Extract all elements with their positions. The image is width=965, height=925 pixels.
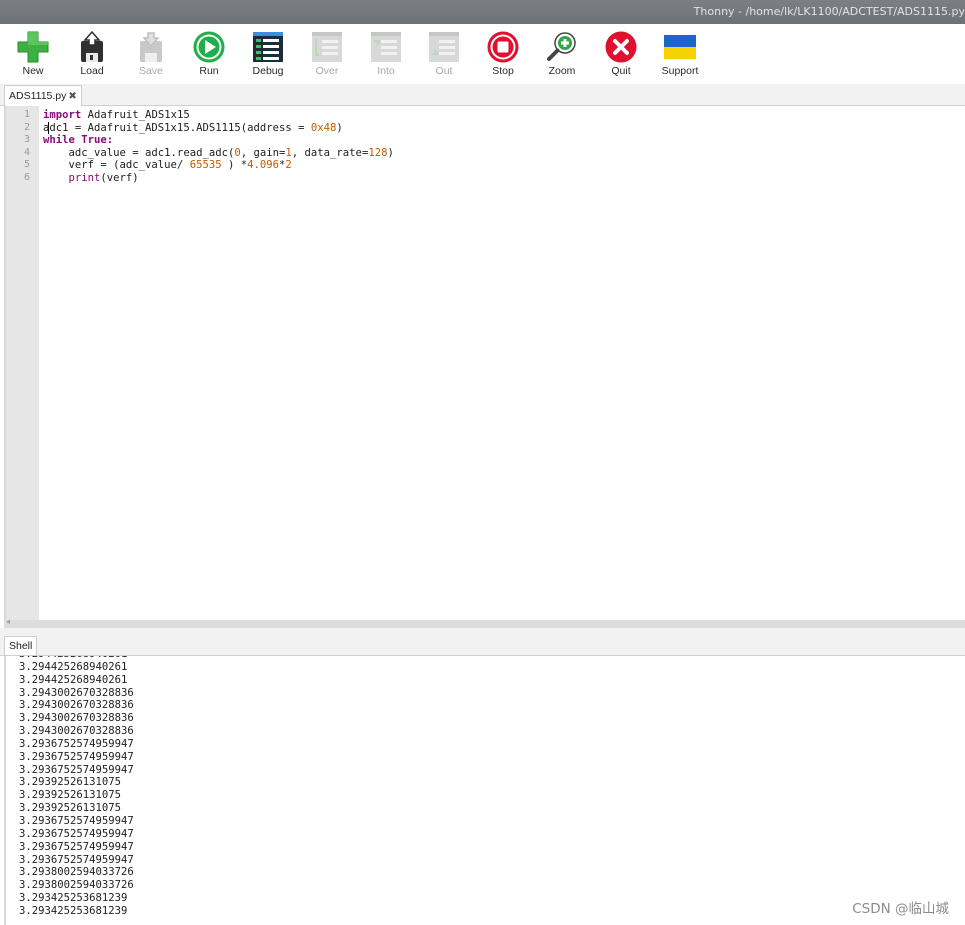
shell-output-line: 3.293425253681239: [19, 892, 128, 905]
shell-output-line: 3.2938002594033726: [19, 866, 134, 879]
code-line-1: import Adafruit_ADS1x15: [43, 109, 190, 121]
new-label: New: [22, 65, 44, 77]
shell-output-line: 3.294425268940261: [19, 673, 128, 686]
scroll-left-arrow-icon[interactable]: ◂: [6, 617, 10, 626]
step-into-button[interactable]: Into: [359, 28, 413, 80]
window-title: Thonny - /home/lk/LK1100/ADCTEST/ADS1115…: [693, 5, 965, 18]
editor-horizontal-scrollbar[interactable]: ◂: [4, 617, 965, 628]
editor-tab-bar: ADS1115.py ✖: [0, 84, 965, 106]
toolbar: New Load Save Run Debug Over Into Out St…: [0, 24, 965, 84]
step-into-label: Into: [377, 65, 395, 77]
shell-output-line: 3.2943002670328836: [19, 712, 134, 725]
load-icon: [75, 30, 109, 64]
shell-output-line: 3.293425253681239: [19, 904, 128, 917]
zoom-button[interactable]: Zoom: [535, 28, 589, 80]
text-cursor: [48, 121, 49, 135]
shell-output-line: 3.294425268940261: [19, 660, 128, 673]
debug-button[interactable]: Debug: [241, 28, 295, 80]
line-number: 3: [23, 134, 30, 146]
tab-label: ADS1115.py: [9, 90, 67, 102]
code-line-6: print(verf): [68, 171, 139, 184]
load-label: Load: [80, 65, 104, 77]
save-label: Save: [139, 65, 163, 77]
tab-close-icon[interactable]: ✖: [68, 91, 76, 102]
shell-output-line: 3.2943002670328836: [19, 725, 134, 738]
step-into-icon: [369, 30, 403, 64]
code-line-2: adc1 = Adafruit_ADS1x15.ADS1115(address …: [43, 121, 343, 135]
new-button[interactable]: New: [6, 28, 60, 80]
quit-icon: [604, 30, 638, 64]
debug-icon: [251, 30, 285, 64]
stop-label: Stop: [492, 65, 514, 77]
zoom-icon: [545, 30, 579, 64]
quit-button[interactable]: Quit: [594, 28, 648, 80]
code-line-4: adc_value = adc1.read_adc(0, gain=1, dat…: [43, 146, 394, 159]
line-number: 5: [23, 159, 30, 171]
line-number: 4: [23, 146, 30, 158]
debug-label: Debug: [252, 65, 284, 77]
line-number: 6: [23, 172, 30, 183]
save-icon: [134, 30, 168, 64]
stop-button[interactable]: Stop: [476, 28, 530, 80]
new-icon: [16, 30, 50, 64]
shell-output-line: 3.2936752574959947: [19, 763, 134, 776]
tab-ads1115-py[interactable]: ADS1115.py ✖: [4, 85, 82, 106]
shell-output[interactable]: 3.2944252689402613.2944252689402613.2944…: [6, 656, 965, 925]
code-text[interactable]: import Adafruit_ADS1x15 adc1 = Adafruit_…: [43, 109, 394, 185]
load-button[interactable]: Load: [65, 28, 119, 80]
shell-output-line: 3.2936752574959947: [19, 853, 134, 866]
step-over-button[interactable]: Over: [300, 28, 354, 80]
save-button[interactable]: Save: [124, 28, 178, 80]
line-number-gutter: 1 2 3 4 5 6: [6, 106, 39, 620]
code-editor[interactable]: 1 2 3 4 5 6 import Adafruit_ADS1x15 adc1…: [6, 106, 965, 620]
shell-output-line: 3.29392526131075: [19, 802, 122, 815]
run-label: Run: [199, 65, 219, 77]
run-icon: [192, 30, 226, 64]
code-line-3: while True:: [43, 134, 114, 147]
watermark: CSDN @临山城: [852, 901, 949, 917]
title-bar: Thonny - /home/lk/LK1100/ADCTEST/ADS1115…: [0, 0, 965, 24]
shell-output-line: 3.2936752574959947: [19, 737, 134, 750]
shell-output-line: 3.2938002594033726: [19, 879, 134, 892]
line-number: 2: [23, 121, 30, 133]
support-label: Support: [661, 65, 699, 77]
stop-icon: [486, 30, 520, 64]
run-button[interactable]: Run: [182, 28, 236, 80]
step-over-label: Over: [315, 65, 339, 77]
step-over-icon: [310, 30, 344, 64]
shell-tab-bar: Shell: [0, 628, 965, 656]
zoom-label: Zoom: [548, 65, 576, 77]
shell-lines: 3.2944252689402613.2944252689402613.2944…: [19, 656, 134, 918]
step-out-label: Out: [435, 65, 453, 77]
shell-output-line: 3.29392526131075: [19, 776, 122, 789]
step-out-button[interactable]: Out: [417, 28, 471, 80]
shell-output-line: 3.2936752574959947: [19, 750, 134, 763]
shell-output-line: 3.29392526131075: [19, 789, 122, 802]
shell-output-line: 3.2936752574959947: [19, 814, 134, 827]
tab-shell[interactable]: Shell: [4, 636, 38, 655]
step-out-icon: [427, 30, 461, 64]
shell-output-line: 3.2943002670328836: [19, 686, 134, 699]
shell-tab-label: Shell: [9, 640, 33, 652]
ukraine-flag-icon: [663, 30, 697, 64]
shell-output-line: 3.2936752574959947: [19, 827, 134, 840]
support-button[interactable]: Support: [653, 28, 707, 80]
quit-label: Quit: [611, 65, 631, 77]
code-line-5: verf = (adc_value/ 65535 ) *4.096*2: [43, 159, 292, 172]
shell-output-line: 3.2936752574959947: [19, 840, 134, 853]
line-number: 1: [23, 109, 30, 120]
shell-output-line: 3.2943002670328836: [19, 699, 134, 712]
